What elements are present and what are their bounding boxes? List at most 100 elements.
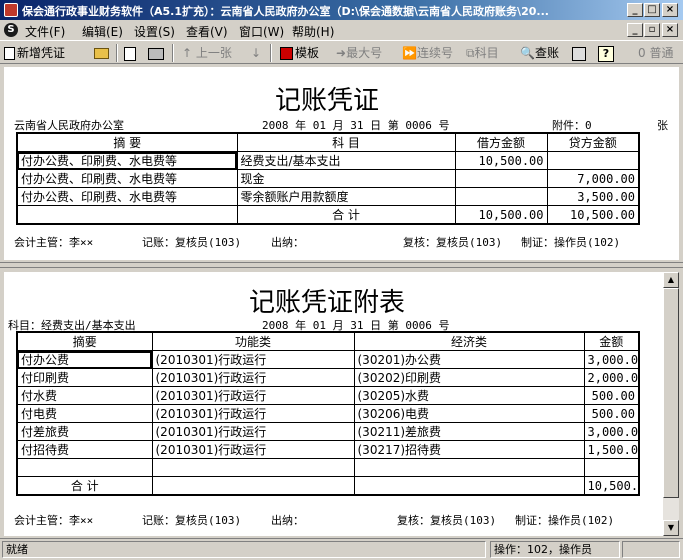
menu-file[interactable]: 文件(F) [25, 23, 65, 40]
preview-button[interactable] [124, 44, 138, 62]
new-voucher-button[interactable]: 新增凭证 [4, 44, 65, 62]
amount-cell[interactable]: 1,500.00 [583, 440, 640, 459]
close-button[interactable]: × [662, 3, 678, 17]
system-menu-icon[interactable]: S [4, 23, 18, 37]
search-icon: 🔍 [520, 46, 535, 60]
child-minimize-button[interactable]: _ [627, 23, 643, 37]
function-cell[interactable]: (2010301)行政运行 [151, 440, 355, 459]
menu-bar: S 文件(F) 编辑(E) 设置(S) 查看(V) 窗口(W) 帮助(H) _ … [0, 20, 683, 40]
voucher-header-row: 摘 要 科 目 借方金额 贷方金额 [16, 132, 640, 152]
max-number-button[interactable]: ➜最大号 [336, 44, 382, 62]
scroll-down-button[interactable]: ▼ [663, 520, 679, 536]
summary-cell[interactable]: 付水费 [16, 386, 153, 405]
child-close-button[interactable]: × [662, 23, 678, 37]
header-economic-class: 经济类 [353, 331, 585, 351]
next-voucher-button[interactable]: ↓ [251, 44, 261, 62]
toolbar-separator [116, 44, 118, 62]
table-row: 付办公费 (2010301)行政运行 (30201)办公费 3,000.00 [16, 350, 640, 369]
amount-cell[interactable] [583, 458, 640, 477]
subject-cell[interactable]: 经费支出/基本支出 [236, 151, 456, 170]
voucher-table: 摘 要 科 目 借方金额 贷方金额 付办公费、印刷费、水电费等 经费支出/基本支… [16, 132, 640, 225]
economic-cell[interactable]: (30202)印刷费 [353, 368, 585, 387]
subject-cell[interactable]: 零余额账户用款额度 [236, 187, 456, 206]
minimize-button[interactable]: _ [627, 3, 643, 17]
down-arrow-icon: ↓ [251, 46, 262, 60]
credit-cell[interactable]: 3,500.00 [546, 187, 640, 206]
toolbar: 新增凭证 ↑ 上一张 ↓ 模板 ➜最大号 ⏩连续号 ⧉科目 🔍查账 ? 0 普通 [0, 40, 683, 64]
amount-cell[interactable]: 3,000.00 [583, 422, 640, 441]
total-label: 合 计 [236, 205, 456, 225]
amount-cell[interactable]: 500.00 [583, 386, 640, 405]
fast-forward-icon: ⏩ [402, 46, 417, 60]
menu-window[interactable]: 窗口(W) [239, 23, 284, 40]
amount-cell[interactable]: 2,000.00 [583, 368, 640, 387]
help-button[interactable]: ? [598, 44, 616, 62]
economic-cell[interactable]: (30205)水费 [353, 386, 585, 405]
scroll-thumb[interactable] [663, 288, 679, 498]
debit-cell[interactable]: 10,500.00 [454, 151, 548, 170]
summary-cell[interactable]: 付差旅费 [16, 422, 153, 441]
prev-voucher-button[interactable]: ↑ 上一张 [182, 44, 232, 62]
subject-button[interactable]: ⧉科目 [466, 44, 499, 62]
debit-cell[interactable] [454, 169, 548, 188]
menu-edit[interactable]: 编辑(E) [82, 23, 123, 40]
summary-cell[interactable]: 付印刷费 [16, 368, 153, 387]
open-button[interactable] [94, 44, 111, 62]
status-ready: 就绪 [2, 541, 486, 558]
economic-cell[interactable]: (30201)办公费 [353, 350, 585, 369]
summary-cell[interactable] [16, 458, 153, 477]
total-debit: 10,500.00 [454, 205, 548, 225]
economic-cell[interactable] [353, 458, 585, 477]
summary-cell[interactable]: 付办公费 [16, 350, 153, 369]
credit-cell[interactable]: 7,000.00 [546, 169, 640, 188]
header-debit: 借方金额 [454, 132, 548, 152]
summary-cell[interactable]: 付办公费、印刷费、水电费等 [16, 169, 238, 188]
scroll-up-button[interactable]: ▲ [663, 272, 679, 288]
economic-cell[interactable]: (30211)差旅费 [353, 422, 585, 441]
window-title: 保会通行政事业财务软件（A5.1扩充）：云南省人民政府办公室（D:\保会通数据\… [22, 5, 549, 18]
footer-cashier: 出纳： [271, 236, 304, 249]
calculator-button[interactable] [572, 44, 588, 62]
footer-supervisor: 会计主管：李×× [14, 236, 94, 249]
function-cell[interactable]: (2010301)行政运行 [151, 404, 355, 423]
header-amount: 金额 [583, 331, 640, 351]
amount-cell[interactable]: 3,000.00 [583, 350, 640, 369]
function-cell[interactable]: (2010301)行政运行 [151, 368, 355, 387]
footer-bookkeeper: 记账：复核员(103) [142, 236, 242, 249]
table-row: 付办公费、印刷费、水电费等 零余额账户用款额度 3,500.00 [16, 187, 640, 206]
schedule-header-row: 摘要 功能类 经济类 金额 [16, 331, 640, 351]
empty-cell [151, 476, 355, 496]
summary-cell[interactable]: 付办公费、印刷费、水电费等 [16, 187, 238, 206]
credit-cell[interactable] [546, 151, 640, 170]
subject-cell[interactable]: 现金 [236, 169, 456, 188]
vertical-scrollbar[interactable]: ▲ ▼ [663, 272, 679, 536]
lookup-button[interactable]: 🔍查账 [520, 44, 559, 62]
amount-cell[interactable]: 500.00 [583, 404, 640, 423]
function-cell[interactable]: (2010301)行政运行 [151, 422, 355, 441]
empty-cell [16, 205, 238, 225]
function-cell[interactable] [151, 458, 355, 477]
function-cell[interactable]: (2010301)行政运行 [151, 350, 355, 369]
template-button[interactable]: 模板 [280, 44, 319, 62]
economic-cell[interactable]: (30217)招待费 [353, 440, 585, 459]
up-arrow-icon: ↑ [182, 46, 196, 60]
function-cell[interactable]: (2010301)行政运行 [151, 386, 355, 405]
folder-icon [94, 48, 109, 59]
continuous-number-button[interactable]: ⏩连续号 [402, 44, 453, 62]
menu-view[interactable]: 查看(V) [186, 23, 228, 40]
menu-settings[interactable]: 设置(S) [134, 23, 175, 40]
help-icon: ? [598, 45, 614, 62]
summary-cell[interactable]: 付电费 [16, 404, 153, 423]
print-button[interactable] [148, 44, 166, 62]
summary-cell[interactable]: 付招待费 [16, 440, 153, 459]
economic-cell[interactable]: (30206)电费 [353, 404, 585, 423]
menu-help[interactable]: 帮助(H) [292, 23, 334, 40]
child-restore-button[interactable]: ▫ [644, 23, 660, 37]
summary-cell[interactable]: 付办公费、印刷费、水电费等 [16, 151, 238, 170]
debit-cell[interactable] [454, 187, 548, 206]
maximize-button[interactable]: □ [644, 3, 660, 17]
voucher-date: 2008 年 01 月 31 日 第 0006 号 [262, 119, 450, 132]
footer-maker: 制证：操作员(102) [521, 236, 621, 249]
toolbar-separator [270, 44, 272, 62]
pane-splitter[interactable] [0, 262, 683, 268]
